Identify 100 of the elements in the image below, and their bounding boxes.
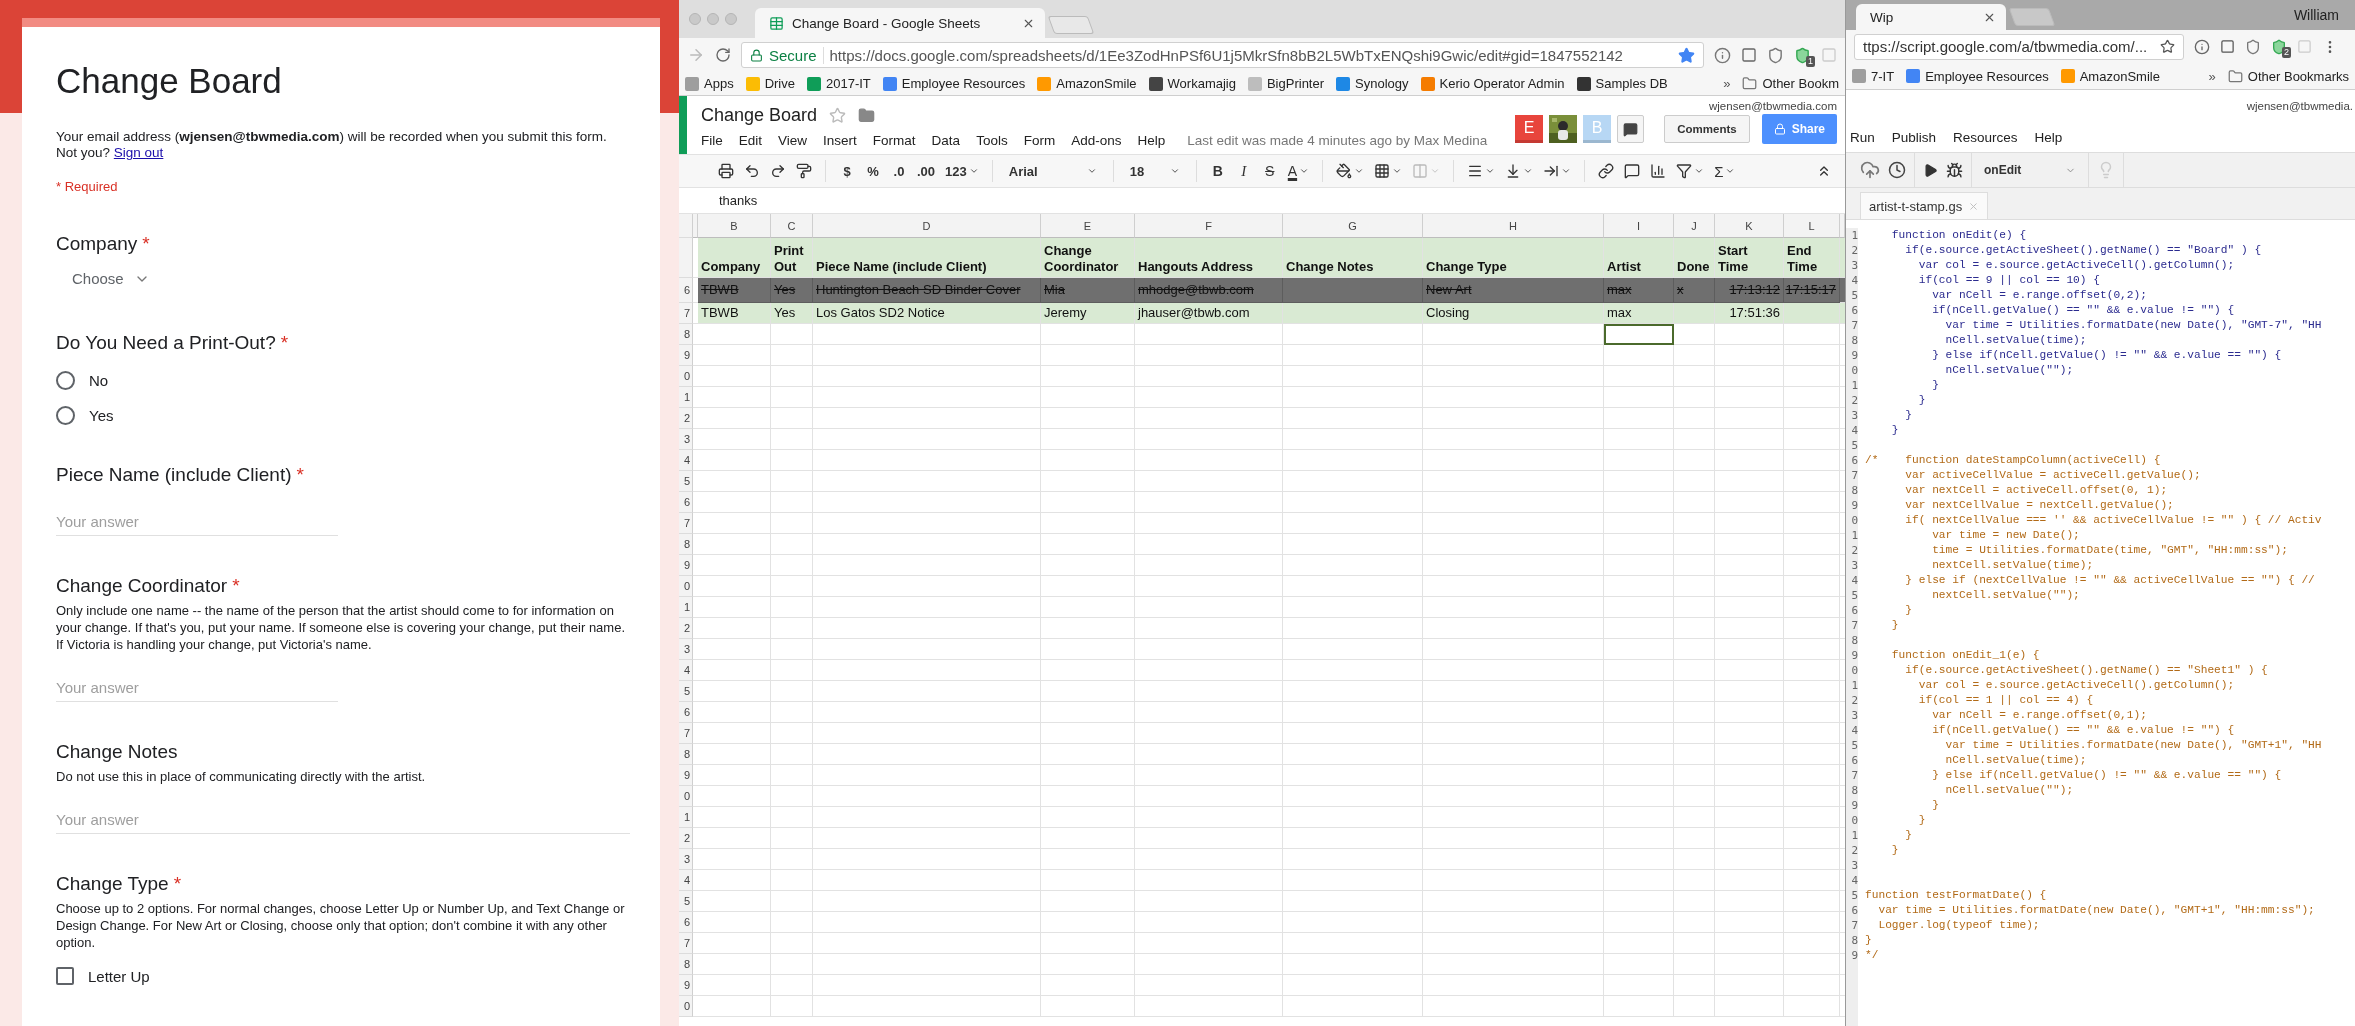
new-tab-button[interactable] bbox=[1047, 16, 1095, 34]
star-icon[interactable] bbox=[2160, 39, 2175, 54]
shield-icon[interactable] bbox=[2271, 38, 2287, 55]
cloud-upload-icon[interactable] bbox=[1860, 160, 1880, 180]
row-number[interactable]: 3 bbox=[679, 849, 693, 870]
row-header[interactable] bbox=[679, 238, 693, 278]
bookmark-link[interactable]: 2017-IT bbox=[807, 76, 871, 91]
row-number[interactable]: 9 bbox=[679, 345, 693, 366]
bookmark-link[interactable]: Employee Resources bbox=[882, 76, 1026, 91]
functions-button[interactable]: Σ bbox=[1711, 159, 1739, 183]
menu-item[interactable]: Edit bbox=[738, 132, 763, 148]
menu-item[interactable]: Data bbox=[931, 132, 961, 148]
column-header[interactable] bbox=[693, 214, 698, 238]
menu-item[interactable]: Publish bbox=[1891, 129, 1937, 145]
percent-button[interactable]: % bbox=[862, 159, 884, 183]
chat-button[interactable] bbox=[1617, 115, 1645, 143]
selected-cell[interactable] bbox=[1604, 324, 1674, 345]
more-bookmarks-button[interactable]: » bbox=[2208, 68, 2216, 84]
row-number[interactable]: 6 bbox=[679, 278, 693, 303]
row-number[interactable]: 4 bbox=[679, 660, 693, 681]
row-number[interactable]: 7 bbox=[679, 933, 693, 954]
last-edit-link[interactable]: Last edit was made 4 minutes ago by Max Medina bbox=[1187, 132, 1488, 148]
bookmark-link[interactable]: Apps bbox=[685, 76, 734, 91]
bug-icon[interactable] bbox=[1946, 161, 1963, 179]
row-number[interactable]: 8 bbox=[679, 744, 693, 765]
function-select[interactable]: onEdit bbox=[1980, 163, 2080, 177]
row-number[interactable]: 7 bbox=[679, 513, 693, 534]
bookmark-link[interactable]: Employee Resources bbox=[1906, 68, 2049, 84]
row-number[interactable]: 8 bbox=[679, 534, 693, 555]
file-tab[interactable]: artist-t-stamp.gs bbox=[1860, 192, 1989, 219]
browser-tab[interactable]: Change Board - Google Sheets bbox=[755, 8, 1045, 38]
currency-button[interactable]: $ bbox=[836, 159, 858, 183]
profile-name[interactable]: William bbox=[2293, 7, 2345, 23]
shield-icon[interactable] bbox=[1767, 46, 1784, 64]
info-icon[interactable] bbox=[1714, 46, 1731, 64]
row-number[interactable]: 0 bbox=[679, 996, 693, 1017]
menu-item[interactable]: Add-ons bbox=[1071, 132, 1122, 148]
extension-icon[interactable] bbox=[1741, 47, 1757, 63]
row-number[interactable]: 2 bbox=[679, 408, 693, 429]
menu-item[interactable]: Form bbox=[1023, 132, 1056, 148]
sign-out-link[interactable]: Sign out bbox=[113, 145, 164, 160]
bookmark-link[interactable]: Synology bbox=[1336, 76, 1409, 91]
row-number[interactable]: 9 bbox=[679, 765, 693, 786]
star-icon[interactable] bbox=[1678, 46, 1695, 64]
row-number[interactable]: 8 bbox=[679, 324, 693, 345]
new-tab-button[interactable] bbox=[2008, 8, 2056, 26]
bookmark-link[interactable]: Kerio Operator Admin bbox=[1420, 76, 1565, 91]
row-number[interactable]: 0 bbox=[679, 366, 693, 387]
column-header[interactable]: K bbox=[1715, 214, 1784, 238]
extension-icon[interactable] bbox=[2220, 39, 2235, 54]
row-number[interactable]: 7 bbox=[679, 723, 693, 744]
italic-button[interactable]: I bbox=[1232, 159, 1255, 183]
row-number[interactable]: 1 bbox=[679, 387, 693, 408]
address-bar[interactable]: Secure https://docs.google.com/spreadsheets/d/1Ee3ZodHnPSf6U1j5MkrSfn8bB2L5WbTxENQshi9Gwic/edit#gid=1847552142 bbox=[741, 42, 1704, 68]
row-number[interactable]: 1 bbox=[679, 807, 693, 828]
bookmark-link[interactable]: AmazonSmile bbox=[2060, 68, 2160, 84]
column-header[interactable]: J bbox=[1674, 214, 1715, 238]
collaborator-avatar[interactable]: E bbox=[1515, 115, 1544, 143]
bookmark-link[interactable]: Other Bookm bbox=[1742, 76, 1839, 91]
row-number[interactable]: 6 bbox=[679, 912, 693, 933]
row-number[interactable]: 3 bbox=[679, 429, 693, 450]
play-icon[interactable] bbox=[1923, 162, 1938, 178]
window-control-icon[interactable] bbox=[707, 13, 719, 25]
bookmark-link[interactable]: AmazonSmile bbox=[1037, 76, 1137, 91]
column-header[interactable]: L bbox=[1784, 214, 1840, 238]
more-bookmarks-button[interactable]: » bbox=[1723, 76, 1731, 91]
font-select[interactable]: Arial bbox=[1002, 159, 1103, 183]
decrease-decimals-button[interactable]: .0 bbox=[888, 159, 910, 183]
number-format-button[interactable]: 123 bbox=[942, 159, 982, 183]
text-color-button[interactable]: A bbox=[1284, 159, 1313, 183]
font-size-select[interactable]: 18 bbox=[1123, 159, 1186, 183]
menu-item[interactable]: Run bbox=[1850, 129, 1875, 145]
window-control-icon[interactable] bbox=[725, 13, 737, 25]
shield-icon[interactable] bbox=[1794, 46, 1811, 64]
row-number[interactable]: 5 bbox=[679, 891, 693, 912]
bookmark-link[interactable]: BigPrinter bbox=[1247, 76, 1325, 91]
row-number[interactable]: 9 bbox=[679, 975, 693, 996]
address-bar[interactable]: ttps://script.google.com/a/tbwmedia.com/... bbox=[1854, 33, 2184, 60]
document-title[interactable]: Change Board bbox=[701, 104, 818, 126]
row-number[interactable]: 5 bbox=[679, 471, 693, 492]
row-number[interactable]: 2 bbox=[679, 828, 693, 849]
info-icon[interactable] bbox=[2194, 38, 2210, 55]
window-control-icon[interactable] bbox=[689, 13, 701, 25]
column-header[interactable]: C bbox=[771, 214, 813, 238]
comments-button[interactable]: Comments bbox=[1664, 115, 1750, 143]
menu-item[interactable]: Tools bbox=[976, 132, 1008, 148]
row-number[interactable]: 6 bbox=[679, 702, 693, 723]
column-header[interactable]: H bbox=[1423, 214, 1604, 238]
folder-icon[interactable] bbox=[858, 106, 876, 124]
row-number[interactable]: 4 bbox=[679, 870, 693, 891]
row-number[interactable]: 8 bbox=[679, 954, 693, 975]
company-dropdown[interactable]: Choose bbox=[56, 264, 166, 293]
column-header[interactable]: D bbox=[813, 214, 1041, 238]
clock-icon[interactable] bbox=[1888, 161, 1906, 179]
bookmark-link[interactable]: Other Bookmarks bbox=[2227, 68, 2349, 84]
row-number[interactable]: 0 bbox=[679, 786, 693, 807]
row-number[interactable]: 5 bbox=[679, 681, 693, 702]
menu-item[interactable]: View bbox=[778, 132, 808, 148]
column-header[interactable]: F bbox=[1135, 214, 1283, 238]
bookmark-link[interactable]: Samples DB bbox=[1576, 76, 1668, 91]
